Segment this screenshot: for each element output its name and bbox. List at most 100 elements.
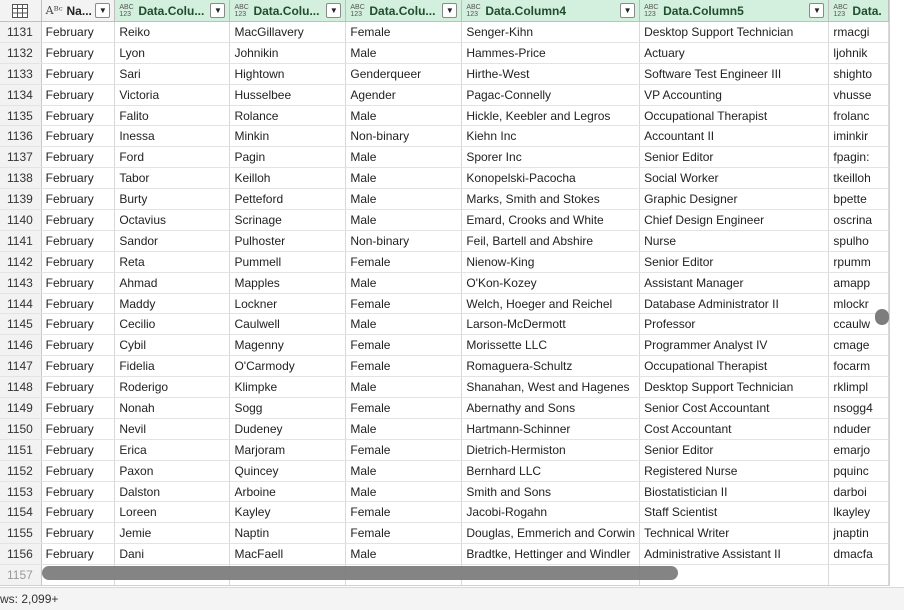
table-cell[interactable]: Male xyxy=(345,188,463,211)
table-cell[interactable]: Tabor xyxy=(114,167,231,190)
table-cell[interactable]: Senior Cost Accountant xyxy=(639,397,830,419)
table-cell[interactable] xyxy=(828,564,889,585)
table-cell[interactable]: lkayley xyxy=(828,501,889,524)
table-row[interactable]: 1133 February Sari Hightown Genderqueer Hirth… xyxy=(0,63,889,85)
table-cell[interactable]: Rolance xyxy=(229,105,347,127)
filter-dropdown-icon[interactable]: ▼ xyxy=(620,3,636,18)
table-cell[interactable]: O'Carmody xyxy=(229,355,347,378)
table-row[interactable]: 1145 February Cecilio Caulwell Male Larson-Mc… xyxy=(0,313,889,336)
table-row[interactable]: 1148 February Roderigo Klimpke Male Shanahan,… xyxy=(0,376,889,399)
table-cell[interactable]: ljohnik xyxy=(828,42,889,64)
table-cell[interactable]: Professor xyxy=(639,313,830,336)
table-cell[interactable]: February xyxy=(41,313,116,336)
row-number[interactable]: 1157 xyxy=(0,564,42,585)
table-row[interactable]: 1142 February Reta Pummell Female Nienow-King… xyxy=(0,251,889,273)
table-cell[interactable]: Reta xyxy=(114,251,231,273)
table-row[interactable]: 1147 February Fidelia O'Carmody Female Romagu… xyxy=(0,355,889,378)
table-cell[interactable]: tkeilloh xyxy=(828,167,889,190)
table-cell[interactable]: Dalston xyxy=(114,481,231,503)
row-number[interactable]: 1150 xyxy=(0,418,42,440)
table-cell[interactable]: Hirthe-West xyxy=(461,63,641,85)
table-cell[interactable]: February xyxy=(41,84,116,106)
table-cell[interactable]: Dudeney xyxy=(229,418,347,440)
table-cell[interactable]: Pagac-Connelly xyxy=(461,84,641,106)
table-row[interactable]: 1150 February Nevil Dudeney Male Hartmann-Sch… xyxy=(0,418,889,440)
table-menu-button[interactable] xyxy=(0,0,42,22)
table-cell[interactable]: Naptin xyxy=(229,522,347,545)
table-cell[interactable]: Scrinage xyxy=(229,209,347,231)
table-cell[interactable]: Occupational Therapist xyxy=(639,355,830,378)
table-cell[interactable]: Sporer Inc xyxy=(461,146,641,169)
table-row[interactable]: 1139 February Burty Petteford Male Marks, Smi… xyxy=(0,188,889,211)
row-number[interactable]: 1155 xyxy=(0,522,42,545)
table-cell[interactable]: February xyxy=(41,21,116,43)
row-number[interactable]: 1146 xyxy=(0,334,42,357)
table-row[interactable]: 1146 February Cybil Magenny Female Morissette… xyxy=(0,334,889,357)
table-cell[interactable]: Female xyxy=(345,21,463,43)
table-cell[interactable]: Lockner xyxy=(229,293,347,315)
row-number[interactable]: 1131 xyxy=(0,21,42,43)
table-cell[interactable]: Morissette LLC xyxy=(461,334,641,357)
table-cell[interactable]: Nienow-King xyxy=(461,251,641,273)
table-cell[interactable]: jnaptin xyxy=(828,522,889,545)
table-cell[interactable]: Pagin xyxy=(229,146,347,169)
table-cell[interactable]: MacFaell xyxy=(229,543,347,566)
any-type-icon[interactable]: ABC 123 xyxy=(119,4,134,18)
table-cell[interactable]: amapp xyxy=(828,272,889,294)
table-cell[interactable]: Non-binary xyxy=(345,230,463,252)
table-row[interactable]: 1132 February Lyon Johnikin Male Hammes-Price… xyxy=(0,42,889,64)
table-cell[interactable]: pquinc xyxy=(828,460,889,482)
table-cell[interactable]: Male xyxy=(345,418,463,440)
table-row[interactable]: 1152 February Paxon Quincey Male Bernhard LLC… xyxy=(0,460,889,482)
table-cell[interactable]: Reiko xyxy=(114,21,231,43)
table-cell[interactable]: Minkin xyxy=(229,125,347,148)
table-cell[interactable]: focarm xyxy=(828,355,889,378)
table-cell[interactable]: Erica xyxy=(114,439,231,461)
table-cell[interactable]: February xyxy=(41,481,116,503)
data-grid[interactable]: Aᴮᶜ Na... ▼ ABC 123 Data.Colu... ▼ ABC 123 xyxy=(0,0,890,586)
table-cell[interactable]: Petteford xyxy=(229,188,347,211)
table-cell[interactable]: Accountant II xyxy=(639,125,830,148)
row-number[interactable]: 1148 xyxy=(0,376,42,399)
table-cell[interactable]: vhusse xyxy=(828,84,889,106)
column-header-data-column2[interactable]: ABC 123 Data.Colu... ▼ xyxy=(229,0,347,22)
table-cell[interactable]: Senior Editor xyxy=(639,439,830,461)
table-cell[interactable]: Agender xyxy=(345,84,463,106)
table-cell[interactable]: Sogg xyxy=(229,397,347,419)
table-row[interactable]: 1155 February Jemie Naptin Female Douglas, Em… xyxy=(0,522,889,545)
table-cell[interactable]: shighto xyxy=(828,63,889,85)
table-cell[interactable]: February xyxy=(41,209,116,231)
table-cell[interactable]: Lyon xyxy=(114,42,231,64)
table-cell[interactable]: Dietrich-Hermiston xyxy=(461,439,641,461)
table-cell[interactable]: Marjoram xyxy=(229,439,347,461)
row-number[interactable]: 1140 xyxy=(0,209,42,231)
row-number[interactable]: 1135 xyxy=(0,105,42,127)
table-cell[interactable]: Pummell xyxy=(229,251,347,273)
any-type-icon[interactable]: ABC 123 xyxy=(833,4,848,18)
table-cell[interactable]: Registered Nurse xyxy=(639,460,830,482)
filter-dropdown-icon[interactable]: ▼ xyxy=(809,3,825,18)
row-number[interactable]: 1132 xyxy=(0,42,42,64)
table-cell[interactable]: Male xyxy=(345,313,463,336)
table-row[interactable]: 1140 February Octavius Scrinage Male Emard, C… xyxy=(0,209,889,231)
table-cell[interactable]: Bradtke, Hettinger and Windler xyxy=(461,543,641,566)
table-cell[interactable]: Cost Accountant xyxy=(639,418,830,440)
table-cell[interactable]: Male xyxy=(345,543,463,566)
table-cell[interactable]: Graphic Designer xyxy=(639,188,830,211)
table-cell[interactable]: Keilloh xyxy=(229,167,347,190)
table-cell[interactable]: rpumm xyxy=(828,251,889,273)
table-cell[interactable]: Staff Scientist xyxy=(639,501,830,524)
row-number[interactable]: 1134 xyxy=(0,84,42,106)
table-cell[interactable]: Assistant Manager xyxy=(639,272,830,294)
table-cell[interactable]: Larson-McDermott xyxy=(461,313,641,336)
row-number[interactable]: 1152 xyxy=(0,460,42,482)
table-cell[interactable]: Kayley xyxy=(229,501,347,524)
table-cell[interactable]: Mapples xyxy=(229,272,347,294)
table-cell[interactable]: Technical Writer xyxy=(639,522,830,545)
table-cell[interactable]: Nurse xyxy=(639,230,830,252)
table-cell[interactable]: Male xyxy=(345,376,463,399)
table-cell[interactable]: Female xyxy=(345,334,463,357)
table-row[interactable]: 1153 February Dalston Arboine Male Smith and … xyxy=(0,481,889,503)
row-number[interactable]: 1141 xyxy=(0,230,42,252)
table-cell[interactable]: Klimpke xyxy=(229,376,347,399)
